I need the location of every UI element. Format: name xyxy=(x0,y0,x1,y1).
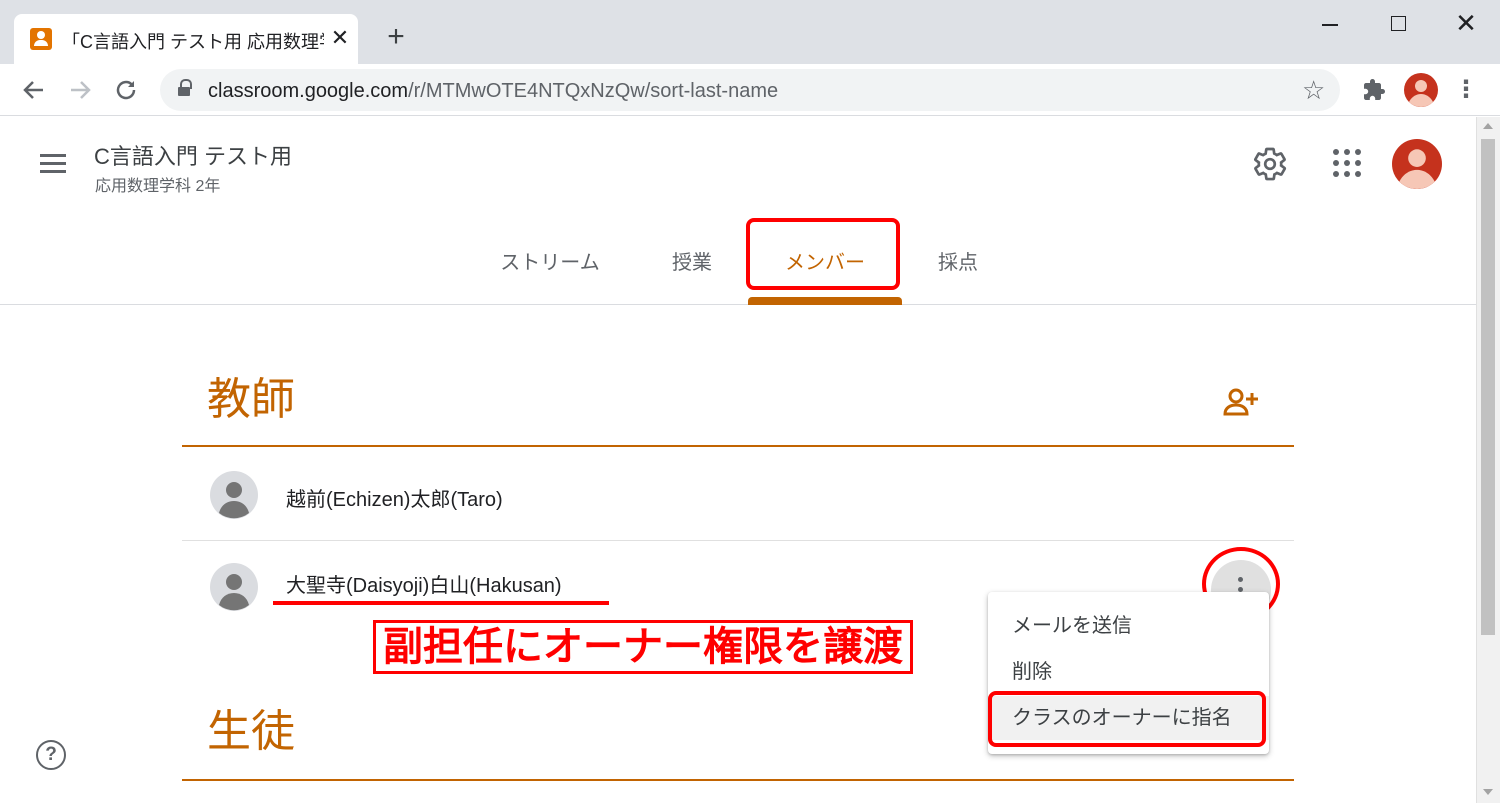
tab-title: 「C言語入門 テスト用 応用数理学科 xyxy=(62,32,324,52)
class-title[interactable]: C言語入門 テスト用 xyxy=(94,139,292,171)
students-divider xyxy=(182,779,1294,781)
url-text[interactable]: classroom.google.com/r/MTMwOTE4NTQxNzQw/… xyxy=(208,80,778,103)
url-host: classroom.google.com xyxy=(208,80,409,102)
tab-close-icon[interactable]: ✕ xyxy=(328,24,352,52)
teachers-divider xyxy=(182,445,1294,447)
scroll-up-arrow-icon[interactable] xyxy=(1483,123,1493,129)
tab-people[interactable]: メンバー xyxy=(752,243,898,283)
google-apps-icon[interactable] xyxy=(1331,147,1365,181)
url-path: /r/MTMwOTE4NTQxNzQw/sort-last-name xyxy=(408,80,779,102)
annotation-underline xyxy=(273,601,609,605)
class-subtitle: 応用数理学科 2年 xyxy=(95,178,221,195)
window-maximize-button[interactable] xyxy=(1391,16,1406,31)
hamburger-menu-icon[interactable] xyxy=(36,151,70,177)
teacher-name[interactable]: 大聖寺(Daisyoji)白山(Hakusan) xyxy=(286,569,562,598)
account-avatar[interactable] xyxy=(1392,139,1442,189)
window-minimize-button[interactable] xyxy=(1322,24,1338,26)
scroll-thumb[interactable] xyxy=(1481,139,1495,635)
menu-item-make-owner[interactable]: クラスのオーナーに指名 xyxy=(988,696,1269,740)
gear-icon[interactable] xyxy=(1252,146,1288,182)
browser-tab[interactable]: 「C言語入門 テスト用 応用数理学科 ✕ xyxy=(14,14,358,64)
students-heading: 生徒 xyxy=(207,707,295,756)
extensions-icon[interactable] xyxy=(1358,74,1390,106)
tab-classwork[interactable]: 授業 xyxy=(652,243,732,283)
class-tabbar: ストリーム 授業 メンバー 採点 xyxy=(0,221,1476,305)
star-icon[interactable]: ☆ xyxy=(1302,75,1325,105)
annotation-callout: 副担任にオーナー権限を譲渡 xyxy=(373,620,913,674)
avatar xyxy=(210,471,258,519)
page-scrollbar[interactable] xyxy=(1476,117,1500,803)
tab-grades[interactable]: 採点 xyxy=(918,243,998,283)
teacher-name[interactable]: 越前(Echizen)太郎(Taro) xyxy=(286,483,503,512)
browser-toolbar: classroom.google.com/r/MTMwOTE4NTQxNzQw/… xyxy=(0,64,1500,116)
help-icon[interactable]: ? xyxy=(36,740,66,770)
lock-icon[interactable] xyxy=(178,79,192,97)
menu-item-send-email[interactable]: メールを送信 xyxy=(988,604,1269,648)
teachers-heading: 教師 xyxy=(207,375,295,424)
browser-titlebar: 「C言語入門 テスト用 応用数理学科 ✕ + ✕ xyxy=(0,0,1500,64)
back-icon[interactable] xyxy=(18,74,50,106)
browser-menu-icon[interactable]: ⋮ xyxy=(1454,74,1478,106)
classroom-favicon-icon xyxy=(30,28,52,50)
address-bar[interactable]: classroom.google.com/r/MTMwOTE4NTQxNzQw/… xyxy=(160,69,1340,111)
row-divider xyxy=(182,540,1294,541)
avatar xyxy=(210,563,258,611)
menu-item-remove[interactable]: 削除 xyxy=(988,650,1269,694)
scroll-down-arrow-icon[interactable] xyxy=(1483,789,1493,795)
active-tab-indicator xyxy=(748,297,902,305)
profile-icon[interactable] xyxy=(1404,73,1438,107)
member-context-menu: メールを送信 削除 クラスのオーナーに指名 xyxy=(988,592,1269,754)
new-tab-button[interactable]: + xyxy=(380,22,412,54)
add-teacher-icon[interactable] xyxy=(1222,387,1260,417)
window-close-button[interactable]: ✕ xyxy=(1452,8,1480,38)
classroom-page: C言語入門 テスト用 応用数理学科 2年 ストリーム 授業 メンバー 採点 教師… xyxy=(0,117,1476,803)
forward-icon[interactable] xyxy=(64,74,96,106)
tab-stream[interactable]: ストリーム xyxy=(480,243,620,283)
reload-icon[interactable] xyxy=(110,74,142,106)
